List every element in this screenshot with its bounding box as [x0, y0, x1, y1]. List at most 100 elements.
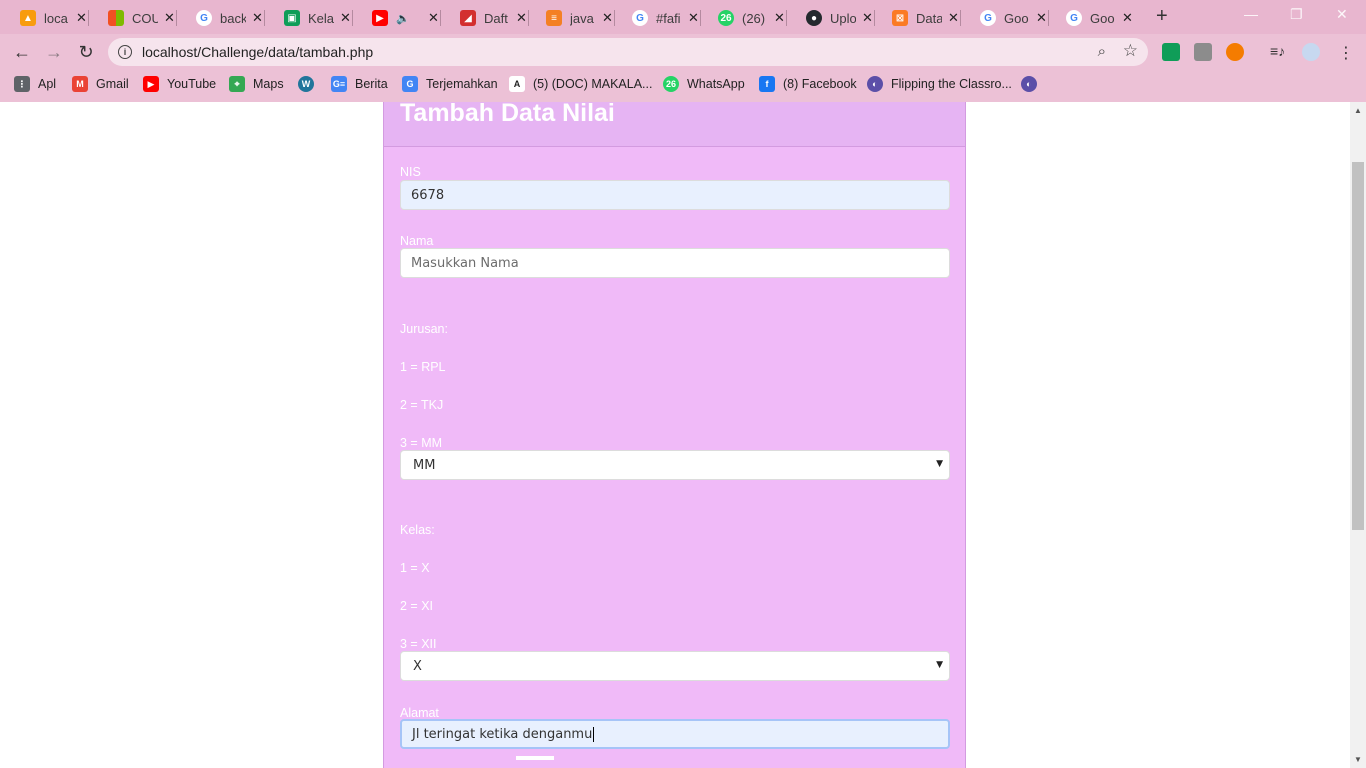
tab-8[interactable]: 26 (26) ✕: [708, 4, 787, 32]
browser-chrome: ▲ loca ✕ COU ✕ Gback ✕ ▣ Kela ✕ ▶ 🔈 ✕ ◢ Daft ✕ ≡ ja…: [0, 0, 1366, 102]
bookmark-gmail[interactable]: M Gmail: [72, 76, 129, 92]
nis-input[interactable]: 6678: [400, 180, 950, 210]
whatsapp-icon: 26: [718, 10, 734, 26]
tab-9[interactable]: ● Uplo ✕: [796, 4, 875, 32]
tab-7[interactable]: G #fafi ✕: [622, 4, 701, 32]
google-icon: G: [980, 10, 996, 26]
tab-12-active[interactable]: G Goo ✕: [1056, 4, 1133, 32]
nama-label: Nama: [400, 234, 434, 248]
tab-3[interactable]: ▣ Kela ✕: [274, 4, 353, 32]
news-icon: G≡: [331, 76, 347, 92]
alamat-label: Alamat: [400, 706, 439, 720]
scrollbar-thumb[interactable]: [1352, 162, 1364, 530]
classroom-icon: ▣: [284, 10, 300, 26]
reload-icon[interactable]: ↻: [74, 40, 98, 64]
gmail-icon: M: [72, 76, 88, 92]
close-icon[interactable]: ✕: [428, 10, 439, 26]
nama-input[interactable]: Masukkan Nama: [400, 248, 950, 278]
bookmark-whatsapp[interactable]: 26 WhatsApp: [663, 76, 745, 92]
url-text[interactable]: localhost/Challenge/data/tambah.php: [142, 44, 373, 60]
browser-toolbar: ← → ↻ i localhost/Challenge/data/tambah.…: [0, 34, 1366, 70]
scroll-down-icon[interactable]: ▼: [1354, 755, 1362, 764]
extension-fire-icon[interactable]: [1226, 43, 1244, 61]
bookmark-flipping[interactable]: ◐ Flipping the Classro...: [867, 76, 1012, 92]
bookmark-wordpress[interactable]: W: [298, 76, 322, 92]
back-arrow-icon[interactable]: ←: [10, 40, 34, 64]
wordpress-icon: W: [298, 76, 314, 92]
app-icon: ◢: [460, 10, 476, 26]
bookmark-youtube[interactable]: ▶ YouTube: [143, 76, 216, 92]
tab-5[interactable]: ◢ Daft ✕: [450, 4, 529, 32]
close-icon[interactable]: ✕: [1122, 10, 1133, 26]
tab-label: Kela: [308, 10, 334, 26]
dropdown-arrow-icon: ▼: [936, 459, 943, 469]
github-icon: ●: [806, 10, 822, 26]
restore-icon[interactable]: ❐: [1290, 6, 1303, 23]
tab-label: Data: [916, 10, 942, 26]
kelas-option-text: 3 = XII: [400, 637, 437, 651]
menu-kebab-icon[interactable]: ⋮: [1338, 43, 1356, 62]
tab-0[interactable]: ▲ loca ✕: [10, 4, 89, 32]
tab-label: Uplo: [830, 10, 856, 26]
translate-icon: G: [402, 76, 418, 92]
address-bar[interactable]: i localhost/Challenge/data/tambah.php ⌕ …: [108, 38, 1148, 66]
zoom-icon[interactable]: ⌕: [1098, 43, 1106, 60]
bookmark-makalah[interactable]: A (5) (DOC) MAKALA...: [509, 76, 652, 92]
new-tab-button[interactable]: +: [1156, 5, 1168, 28]
page-viewport: Tambah Data Nilai NIS 6678 Nama Masukkan…: [0, 102, 1350, 768]
close-icon[interactable]: ✕: [862, 10, 873, 26]
kelas-option-text: 2 = XI: [400, 599, 434, 613]
close-icon[interactable]: ✕: [774, 10, 785, 26]
close-icon[interactable]: ✕: [948, 10, 959, 26]
maps-icon: ⌖: [229, 76, 245, 92]
close-icon[interactable]: ✕: [602, 10, 613, 26]
bookmark-star-icon[interactable]: ☆: [1123, 41, 1138, 61]
tab-label: #fafi: [656, 10, 681, 26]
tab-label: Goo: [1090, 10, 1115, 26]
stackoverflow-icon: ≡: [546, 10, 562, 26]
tab-strip: ▲ loca ✕ COU ✕ Gback ✕ ▣ Kela ✕ ▶ 🔈 ✕ ◢ Daft ✕ ≡ ja…: [0, 0, 1366, 34]
speaker-icon: 🔈: [396, 12, 410, 25]
academia-icon: A: [509, 76, 525, 92]
jurusan-label: Jurusan:: [400, 322, 448, 336]
page-scrollbar[interactable]: ▲ ▼: [1350, 102, 1366, 768]
tab-4[interactable]: ▶ 🔈 ✕: [362, 4, 441, 32]
close-icon[interactable]: ✕: [1036, 10, 1047, 26]
tab-label: (26): [742, 10, 766, 26]
close-icon[interactable]: ✕: [252, 10, 263, 26]
bookmark-globe[interactable]: ◐: [1021, 76, 1045, 92]
nis-label: NIS: [400, 165, 421, 179]
bookmark-apps[interactable]: ⋮ Apl: [14, 76, 56, 92]
close-icon[interactable]: ✕: [688, 10, 699, 26]
media-control-icon[interactable]: ≡♪: [1270, 43, 1288, 61]
scroll-up-icon[interactable]: ▲: [1354, 106, 1362, 115]
apps-grid-icon: ⋮: [14, 76, 30, 92]
close-icon[interactable]: ✕: [76, 10, 87, 26]
avatar[interactable]: [1302, 43, 1320, 61]
tab-10[interactable]: ⊠ Data ✕: [882, 4, 961, 32]
info-icon[interactable]: i: [118, 45, 132, 59]
bookmark-terjemahkan[interactable]: G Terjemahkan: [402, 76, 498, 92]
jurusan-select[interactable]: MM ▼: [400, 450, 950, 480]
kelas-select[interactable]: X ▼: [400, 651, 950, 681]
close-icon[interactable]: ✕: [340, 10, 351, 26]
forward-arrow-icon[interactable]: →: [42, 40, 66, 64]
bookmark-berita[interactable]: G≡ Berita: [331, 76, 388, 92]
close-icon[interactable]: ✕: [516, 10, 527, 26]
tab-label: java: [570, 10, 594, 26]
window-close-icon[interactable]: ✕: [1336, 6, 1348, 23]
extension-classroom-icon[interactable]: [1162, 43, 1180, 61]
pma-icon: ▲: [20, 10, 36, 26]
google-icon: G: [196, 10, 212, 26]
download-icon[interactable]: [1194, 43, 1212, 61]
minimize-icon[interactable]: —: [1244, 6, 1258, 22]
tab-1[interactable]: COU ✕: [98, 4, 177, 32]
submit-button-partial[interactable]: [516, 756, 554, 760]
tab-6[interactable]: ≡ java ✕: [536, 4, 615, 32]
alamat-input[interactable]: Jl teringat ketika denganmu: [400, 719, 950, 749]
bookmark-maps[interactable]: ⌖ Maps: [229, 76, 284, 92]
bookmark-facebook[interactable]: f (8) Facebook: [759, 76, 857, 92]
tab-2[interactable]: Gback ✕: [186, 4, 265, 32]
tab-11[interactable]: G Goo ✕: [970, 4, 1049, 32]
close-icon[interactable]: ✕: [164, 10, 175, 26]
